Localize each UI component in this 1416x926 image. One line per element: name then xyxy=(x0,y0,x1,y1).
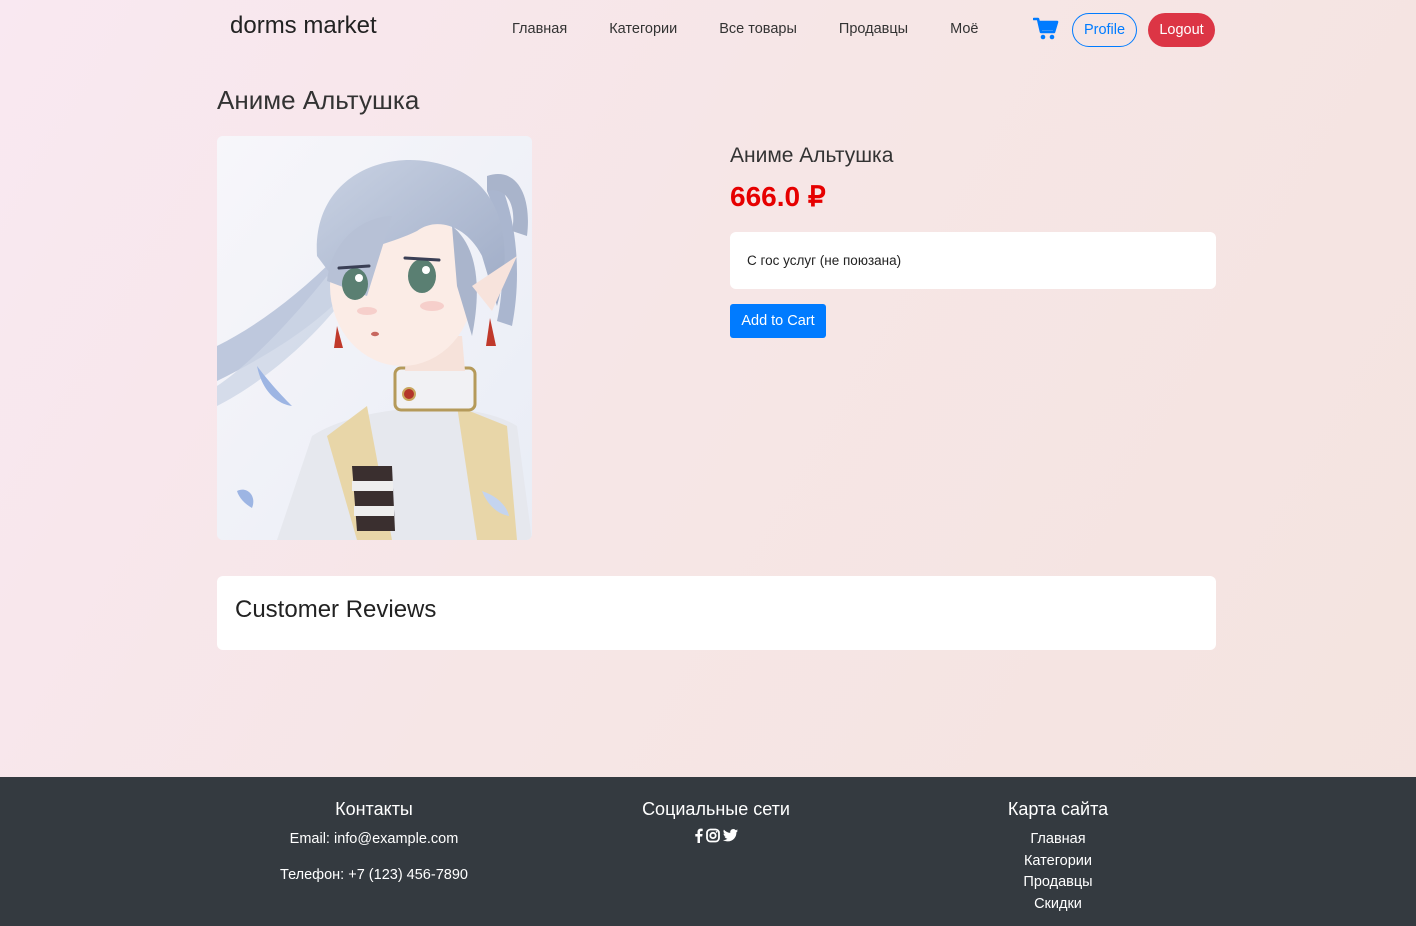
profile-button[interactable]: Profile xyxy=(1072,13,1137,47)
nav-link-mine[interactable]: Моё xyxy=(929,19,999,39)
contacts-heading: Контакты xyxy=(335,799,413,819)
add-to-cart-button[interactable]: Add to Cart xyxy=(730,304,826,338)
sitemap-link-categories[interactable]: Категории xyxy=(908,851,1208,873)
footer-sitemap: Карта сайта Главная Категории Продавцы С… xyxy=(908,797,1208,915)
sitemap-links: Главная Категории Продавцы Скидки xyxy=(908,829,1208,915)
reviews-title: Customer Reviews xyxy=(235,596,437,623)
contact-phone: Телефон: +7 (123) 456-7890 xyxy=(280,867,468,883)
nav-links: Главная Категории Все товары Продавцы Мо… xyxy=(491,19,999,39)
logout-button[interactable]: Logout xyxy=(1148,13,1215,47)
contact-email: Email: info@example.com xyxy=(289,831,459,847)
social-heading: Социальные сети xyxy=(642,799,790,819)
navbar: dorms market Главная Категории Все товар… xyxy=(0,0,1416,58)
brand-logo[interactable]: dorms market xyxy=(230,12,377,40)
footer-social: Социальные сети xyxy=(566,797,866,844)
sitemap-link-home[interactable]: Главная xyxy=(908,829,1208,851)
facebook-icon[interactable] xyxy=(694,828,703,844)
twitter-icon[interactable] xyxy=(723,828,738,844)
shopping-cart-icon[interactable] xyxy=(1032,17,1059,41)
page-title: Аниме Альтушка xyxy=(217,85,420,115)
product-description: С гос услуг (не поюзана) xyxy=(730,232,1216,289)
reviews-section: Customer Reviews xyxy=(217,576,1216,650)
instagram-icon[interactable] xyxy=(706,828,720,844)
social-icons xyxy=(566,828,866,844)
nav-link-all-products[interactable]: Все товары xyxy=(698,19,818,39)
footer-contacts: Контакты Email: info@example.com Телефон… xyxy=(224,797,524,885)
product-price: 666.0 ₽ xyxy=(730,181,826,212)
sitemap-link-sellers[interactable]: Продавцы xyxy=(908,872,1208,894)
nav-link-sellers[interactable]: Продавцы xyxy=(818,19,929,39)
product-image[interactable] xyxy=(217,136,532,540)
nav-link-categories[interactable]: Категории xyxy=(588,19,698,39)
product-name: Аниме Альтушка xyxy=(730,144,894,167)
sitemap-heading: Карта сайта xyxy=(1007,799,1109,819)
footer: Контакты Email: info@example.com Телефон… xyxy=(0,777,1416,926)
sitemap-link-discounts[interactable]: Скидки xyxy=(908,894,1208,916)
nav-link-home[interactable]: Главная xyxy=(491,19,588,39)
